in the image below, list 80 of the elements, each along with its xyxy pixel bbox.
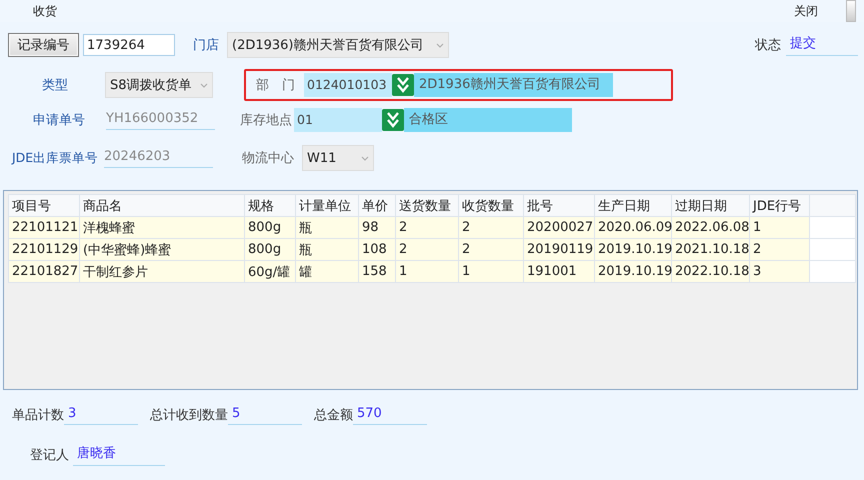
- code-field[interactable]: 01: [294, 108, 382, 132]
- table-cell: 800g: [244, 238, 296, 260]
- table-cell: 瓶: [296, 216, 358, 238]
- table-cell: 20200027: [524, 216, 594, 238]
- field-value: 20246203: [104, 148, 213, 168]
- table-cell: 3: [750, 260, 810, 282]
- table-cell: 罐: [296, 260, 358, 282]
- chevron-down-icon[interactable]: [382, 109, 404, 131]
- table-cell: 2: [458, 216, 524, 238]
- column-header[interactable]: 收货数量: [458, 194, 524, 216]
- field-label: 申请单号: [33, 112, 86, 129]
- column-header[interactable]: 规格: [244, 194, 296, 216]
- table-cell: 2022.06.08: [672, 216, 750, 238]
- table-cell: 1: [396, 260, 458, 282]
- table-cell: 22101827: [8, 260, 80, 282]
- column-header[interactable]: 过期日期: [672, 194, 750, 216]
- dropdown[interactable]: W11: [302, 145, 374, 171]
- table-cell: 2021.10.18: [672, 238, 750, 260]
- column-header[interactable]: 单价: [358, 194, 396, 216]
- field-label: 总计收到数量: [150, 407, 228, 424]
- column-header[interactable]: 商品名: [80, 194, 244, 216]
- field-label: 部 门: [255, 77, 296, 94]
- window-title: 收货: [33, 2, 57, 20]
- table-cell: 2: [396, 216, 458, 238]
- table-cell: 2: [750, 238, 810, 260]
- field-label: 物流中心: [242, 150, 295, 167]
- code-field[interactable]: 0124010103: [304, 73, 392, 97]
- field-label: 状态: [755, 37, 781, 54]
- table-cell: 1: [750, 216, 810, 238]
- name-field[interactable]: 2D1936赣州天誉百货有限公司: [414, 73, 613, 97]
- field-label: 单品计数: [12, 407, 64, 424]
- column-header[interactable]: JDE行号: [750, 194, 810, 216]
- table-cell: 98: [358, 216, 396, 238]
- field-label: 门店: [193, 37, 219, 54]
- record-number-field[interactable]: 1739264: [83, 34, 175, 56]
- record-number-button[interactable]: 记录编号: [8, 33, 79, 57]
- table-cell: (中华蜜蜂)蜂蜜: [80, 238, 244, 260]
- close-button[interactable]: 关闭: [794, 2, 818, 20]
- field-label: JDE出库票单号: [12, 150, 100, 166]
- dropdown[interactable]: S8调拨收货单: [105, 72, 213, 98]
- table-cell: 洋槐蜂蜜: [80, 216, 244, 238]
- total-value: 5: [228, 406, 302, 424]
- table-cell: 2019.10.19: [594, 238, 672, 260]
- field-label: 类型: [42, 77, 69, 94]
- table-cell: 2: [458, 238, 524, 260]
- table-cell: 191001: [524, 260, 594, 282]
- name-field[interactable]: 合格区: [404, 108, 572, 132]
- column-header[interactable]: 送货数量: [396, 194, 458, 216]
- total-value: 570: [353, 406, 427, 424]
- column-header[interactable]: 批号: [524, 194, 594, 216]
- table-cell: 800g: [244, 216, 296, 238]
- table-cell: 1: [458, 260, 524, 282]
- table-cell: 108: [358, 238, 396, 260]
- caret-icon: [361, 156, 369, 160]
- caret-icon: [436, 42, 444, 48]
- caret-icon: [200, 82, 208, 88]
- scroll-thumb[interactable]: [846, 0, 856, 22]
- field-label: 库存地点: [240, 112, 293, 129]
- column-header[interactable]: 生产日期: [594, 194, 672, 216]
- total-value: 3: [64, 406, 138, 424]
- table-cell: 60g/罐: [244, 260, 296, 282]
- table-cell: 2: [396, 238, 458, 260]
- column-header[interactable]: 项目号: [8, 194, 80, 216]
- table-cell: 22101121: [8, 216, 80, 238]
- column-header[interactable]: 计量单位: [296, 194, 358, 216]
- chevron-down-icon[interactable]: [392, 74, 414, 96]
- table-cell: 2020.06.09: [594, 216, 672, 238]
- table-cell: 22101129: [8, 238, 80, 260]
- registrar-value: 唐晓香: [73, 444, 165, 466]
- field-label: 总金额: [314, 407, 353, 424]
- table-cell: 2019.10.19: [594, 260, 672, 282]
- table-cell: 158: [358, 260, 396, 282]
- field-value: YH166000352: [106, 110, 215, 130]
- status-value: 提交: [786, 34, 858, 56]
- table-cell: 20190119: [524, 238, 594, 260]
- field-label: 登记人: [30, 447, 69, 464]
- table-cell: 2022.10.18: [672, 260, 750, 282]
- table-cell: 干制红参片: [80, 260, 244, 282]
- table-cell: 瓶: [296, 238, 358, 260]
- dropdown[interactable]: (2D1936)赣州天誉百货有限公司: [227, 32, 449, 58]
